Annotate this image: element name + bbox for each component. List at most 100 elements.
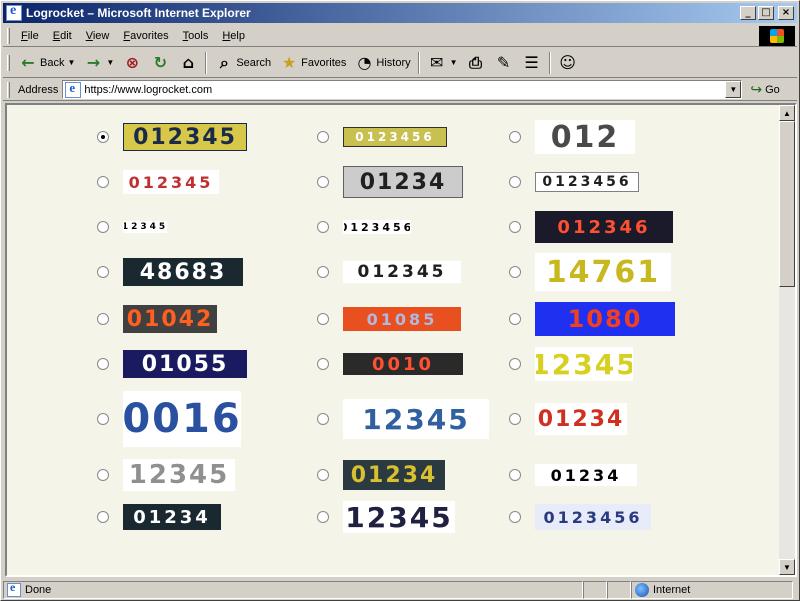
captcha-option[interactable]: 0123456 [509, 504, 651, 530]
captcha-radio[interactable] [97, 221, 109, 233]
search-button[interactable]: ⌕ Search [210, 50, 275, 76]
toolbar-separator [548, 51, 551, 74]
captcha-radio[interactable] [97, 511, 109, 523]
title-bar: Logrocket – Microsoft Internet Explorer … [3, 3, 797, 23]
scroll-thumb[interactable] [779, 121, 795, 287]
captcha-option[interactable]: 01234 [317, 460, 445, 490]
print-button[interactable]: ⎙ [462, 50, 490, 76]
captcha-option[interactable]: 48683 [97, 258, 243, 286]
captcha-option[interactable]: 12345 [317, 501, 455, 533]
captcha-radio[interactable] [97, 413, 109, 425]
captcha-radio[interactable] [317, 413, 329, 425]
minimize-button[interactable]: _ [740, 6, 756, 20]
toolbar-grip[interactable] [7, 54, 10, 71]
captcha-option[interactable]: 12345 [317, 399, 489, 439]
captcha-image: 012 [535, 120, 635, 154]
status-bar: Done Internet [3, 580, 797, 600]
captcha-option[interactable]: 012346 [509, 211, 673, 243]
captcha-radio[interactable] [97, 176, 109, 188]
captcha-radio[interactable] [317, 221, 329, 233]
forward-button[interactable]: → ▼ [79, 50, 118, 76]
captcha-image: 0123456 [343, 220, 411, 234]
captcha-radio[interactable] [509, 511, 521, 523]
menu-bar: File Edit View Favorites Tools Help [3, 25, 797, 47]
scroll-down-button[interactable]: ▼ [779, 559, 795, 575]
captcha-radio[interactable] [97, 131, 109, 143]
captcha-radio[interactable] [317, 176, 329, 188]
captcha-radio[interactable] [509, 469, 521, 481]
captcha-option[interactable]: 0123456 [317, 220, 411, 234]
address-label: Address [18, 83, 59, 96]
history-button[interactable]: ◔ History [350, 50, 414, 76]
captcha-option[interactable]: 14761 [509, 253, 671, 291]
captcha-radio[interactable] [317, 469, 329, 481]
captcha-option[interactable]: 1080 [509, 302, 675, 336]
scroll-up-button[interactable]: ▲ [779, 105, 795, 121]
captcha-radio[interactable] [509, 413, 521, 425]
captcha-radio[interactable] [317, 313, 329, 325]
close-button[interactable]: × [778, 6, 794, 20]
captcha-option[interactable]: 01042 [97, 305, 217, 333]
menu-help[interactable]: Help [215, 30, 252, 42]
captcha-option[interactable]: 12345 [509, 347, 633, 381]
captcha-radio[interactable] [509, 266, 521, 278]
vertical-scrollbar[interactable]: ▲ ▼ [779, 105, 795, 575]
menu-file[interactable]: File [14, 30, 46, 42]
mail-dropdown-icon[interactable]: ▼ [450, 58, 458, 67]
captcha-option[interactable]: 0123456 [317, 127, 447, 147]
captcha-radio[interactable] [97, 358, 109, 370]
captcha-option[interactable]: 0010 [317, 353, 463, 375]
address-dropdown-button[interactable]: ▼ [725, 81, 742, 98]
toolbar-separator [205, 51, 208, 74]
captcha-option[interactable]: 012345 [97, 170, 219, 194]
forward-dropdown-icon[interactable]: ▼ [106, 58, 114, 67]
captcha-radio[interactable] [317, 131, 329, 143]
discuss-button[interactable]: ☰ [518, 50, 546, 76]
back-dropdown-icon[interactable]: ▼ [67, 58, 75, 67]
go-button[interactable]: ↪ Go [750, 81, 779, 98]
captcha-radio[interactable] [509, 221, 521, 233]
status-pane-empty [607, 581, 631, 599]
edit-button[interactable]: ✎ [490, 50, 518, 76]
captcha-radio[interactable] [317, 511, 329, 523]
captcha-option[interactable]: 01085 [317, 307, 461, 331]
captcha-option[interactable]: 12345 [97, 459, 235, 491]
toolbar-grip[interactable] [7, 81, 10, 98]
refresh-button[interactable]: ↻ [146, 50, 174, 76]
stop-button[interactable]: ⊗ [118, 50, 146, 76]
menu-view[interactable]: View [79, 30, 117, 42]
captcha-radio[interactable] [509, 176, 521, 188]
home-button[interactable]: ⌂ [174, 50, 202, 76]
captcha-option[interactable]: 012345 [317, 261, 461, 283]
captcha-radio[interactable] [317, 266, 329, 278]
captcha-option[interactable]: 01234 [509, 464, 637, 486]
menu-edit[interactable]: Edit [46, 30, 79, 42]
captcha-option[interactable]: 012 [509, 120, 635, 154]
captcha-option[interactable]: 0123456 [509, 172, 639, 192]
address-input[interactable]: https://www.logrocket.com ▼ [62, 80, 743, 99]
captcha-image: 01234 [535, 403, 627, 435]
captcha-option[interactable]: 01234 [317, 166, 463, 198]
menu-favorites[interactable]: Favorites [116, 30, 175, 42]
captcha-radio[interactable] [509, 313, 521, 325]
maximize-button[interactable]: □ [758, 6, 774, 20]
captcha-radio[interactable] [97, 313, 109, 325]
back-button[interactable]: ← Back ▼ [14, 50, 79, 76]
captcha-option[interactable]: 01234 [97, 504, 221, 530]
favorites-button[interactable]: ★ Favorites [275, 50, 350, 76]
captcha-radio[interactable] [509, 131, 521, 143]
mail-button[interactable]: ✉ ▼ [423, 50, 462, 76]
messenger-button[interactable]: ☺ [554, 50, 582, 76]
captcha-option[interactable]: 01234 [509, 403, 627, 435]
captcha-radio[interactable] [317, 358, 329, 370]
captcha-radio[interactable] [509, 358, 521, 370]
address-url[interactable]: https://www.logrocket.com [84, 84, 725, 96]
captcha-radio[interactable] [97, 469, 109, 481]
captcha-option[interactable]: 012345 [97, 123, 247, 151]
menu-tools[interactable]: Tools [176, 30, 216, 42]
toolbar-grip[interactable] [7, 27, 10, 44]
captcha-option[interactable]: 01055 [97, 350, 247, 378]
captcha-option[interactable]: 0016 [97, 391, 241, 447]
captcha-option[interactable]: 0123456 [97, 221, 167, 233]
captcha-radio[interactable] [97, 266, 109, 278]
